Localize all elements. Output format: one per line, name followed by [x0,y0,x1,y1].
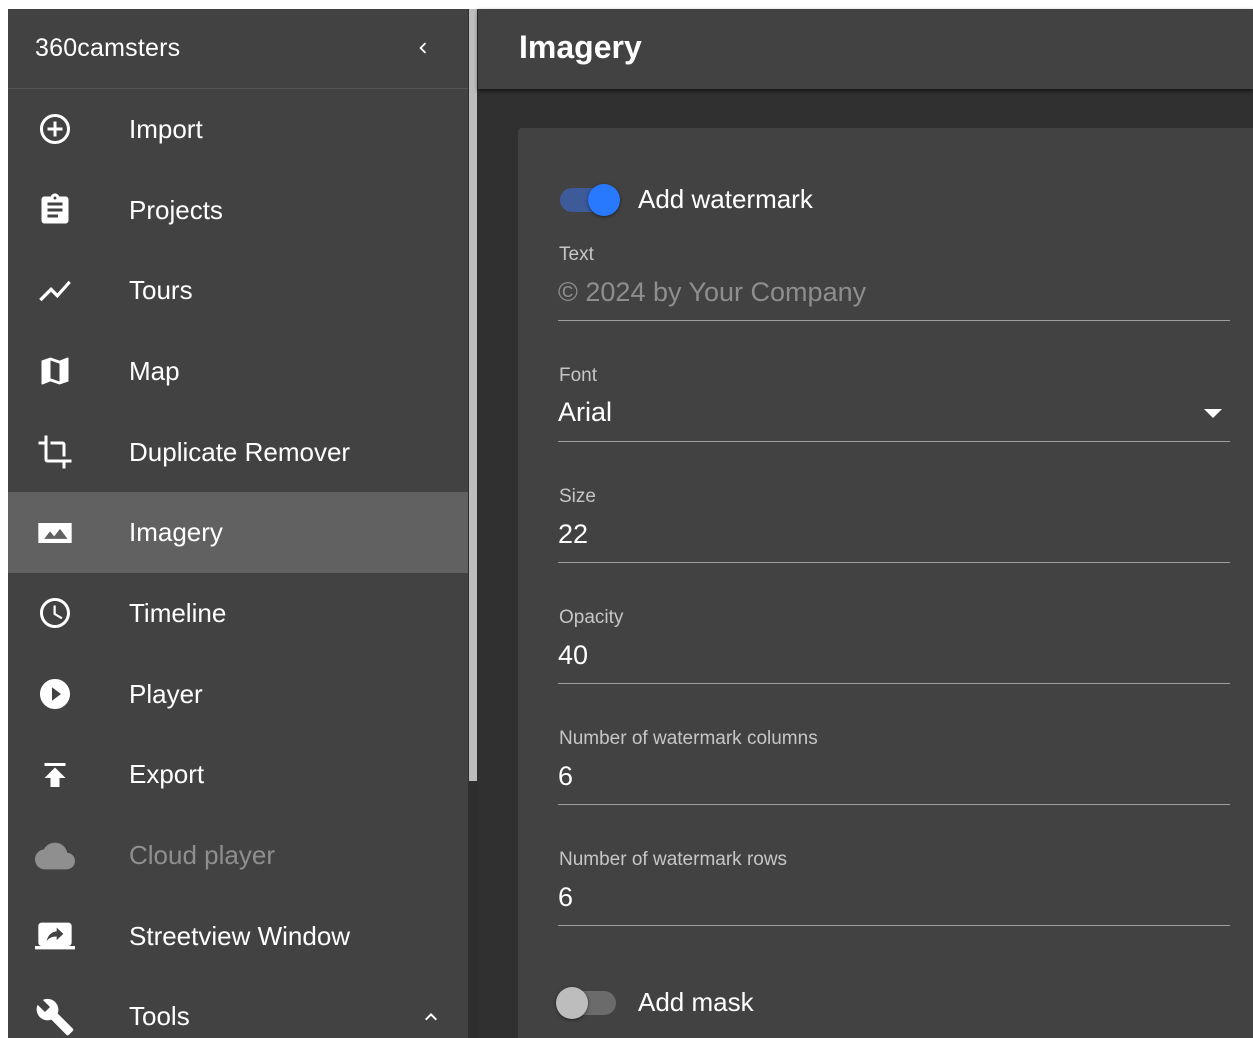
watermark-text-field: Text [558,244,1230,334]
sidebar-item-imagery[interactable]: Imagery [8,492,468,574]
nav-list: Import Projects Tours Map Duplicate Remo [8,89,468,1038]
sidebar-item-label: Cloud player [129,840,275,871]
field-underline [558,683,1230,684]
sidebar-item-label: Tours [129,275,193,306]
text-field-label: Text [559,244,594,265]
cloud-icon [35,836,75,876]
add-watermark-label: Add watermark [638,184,813,214]
sidebar-item-label: Duplicate Remover [129,436,351,467]
switch-thumb [556,987,588,1019]
field-underline [558,925,1230,926]
add-watermark-switch[interactable]: Add watermark [558,183,858,217]
font-field-label: Font [559,365,598,386]
watermark-rows-input[interactable] [558,875,1230,919]
field-underline [558,441,1230,442]
sidebar: 360camsters Import Projects Tours Map Du… [8,9,468,1038]
sidebar-item-label: Player [129,678,203,709]
wrench-icon [35,997,75,1037]
plus-circle-icon [35,109,75,149]
play-circle-icon [35,674,75,714]
sidebar-item-export[interactable]: Export [8,735,468,816]
image-icon [35,513,75,553]
sidebar-item-cloud-player[interactable]: Cloud player [8,815,468,896]
size-input[interactable] [558,512,1230,556]
sidebar-item-label: Import [129,113,203,144]
chevron-up-icon[interactable] [416,1002,446,1032]
switch-thumb [588,184,620,216]
sidebar-item-label: Streetview Window [129,920,351,951]
size-field-label: Size [559,486,596,507]
collapse-sidebar-button[interactable] [408,33,438,63]
crop-icon [35,432,75,472]
sidebar-item-tools[interactable]: Tools [8,977,468,1038]
dropdown-arrow-icon [1204,409,1222,418]
add-mask-switch[interactable]: Add mask [556,986,856,1020]
publish-icon [35,755,75,795]
sidebar-header: 360camsters [8,9,468,89]
sidebar-item-map[interactable]: Map [8,331,468,412]
field-underline [558,320,1230,321]
screen-share-icon [35,916,75,956]
app-bar: Imagery [478,9,1253,89]
columns-field-label: Number of watermark columns [559,728,818,749]
watermark-rows-field: Number of watermark rows [558,849,1230,939]
field-underline [558,804,1230,805]
watermark-columns-field: Number of watermark columns [558,728,1230,818]
sidebar-scrollbar-thumb[interactable] [469,9,477,781]
font-select[interactable]: Font Arial [558,365,1230,455]
clock-icon [35,593,75,633]
size-field: Size [558,486,1230,576]
app-title: 360camsters [35,34,181,62]
sidebar-item-label: Map [129,355,180,386]
sidebar-item-label: Tools [129,1001,190,1032]
sidebar-item-tours[interactable]: Tours [8,250,468,331]
opacity-field: Opacity [558,607,1230,697]
page-title: Imagery [519,29,642,65]
opacity-field-label: Opacity [559,607,624,628]
rows-field-label: Number of watermark rows [559,849,788,870]
sidebar-item-label: Timeline [129,597,227,628]
sidebar-item-player[interactable]: Player [8,654,468,735]
watermark-settings-card: Add watermark Text Font Arial Size Opaci… [518,128,1253,1038]
clipboard-icon [35,190,75,230]
field-underline [558,562,1230,563]
trending-line-icon [35,271,75,311]
sidebar-item-streetview-window[interactable]: Streetview Window [8,896,468,977]
sidebar-item-timeline[interactable]: Timeline [8,573,468,654]
chevron-left-icon [419,42,427,54]
sidebar-item-projects[interactable]: Projects [8,170,468,251]
font-select-value: Arial [558,397,613,427]
sidebar-item-label: Projects [129,194,223,225]
opacity-input[interactable] [558,633,1230,677]
sidebar-item-import[interactable]: Import [8,89,468,170]
watermark-columns-input[interactable] [558,754,1230,798]
add-mask-label: Add mask [638,987,754,1017]
sidebar-item-label: Export [129,759,205,790]
sidebar-item-duplicate-remover[interactable]: Duplicate Remover [8,412,468,493]
sidebar-item-label: Imagery [129,517,223,548]
watermark-text-input[interactable] [558,270,1230,314]
map-icon [35,351,75,391]
